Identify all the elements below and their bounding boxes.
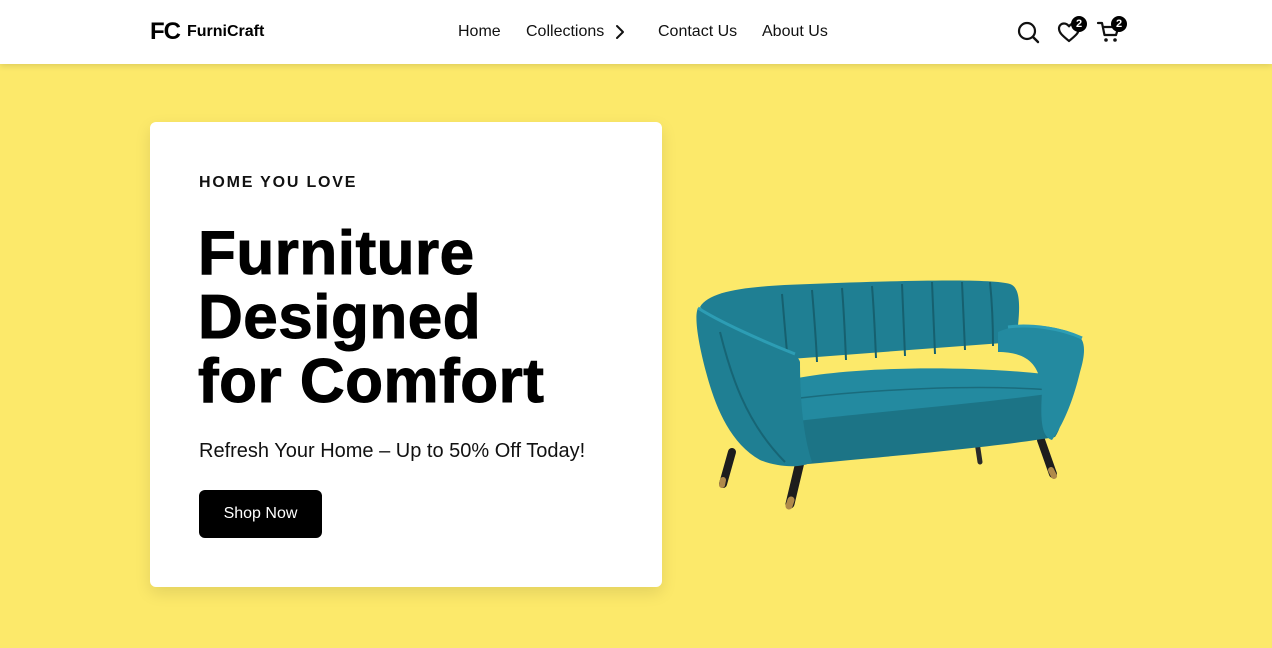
search-icon bbox=[1017, 21, 1040, 44]
sofa-image bbox=[696, 280, 1085, 510]
wishlist-count-badge: 2 bbox=[1071, 16, 1087, 32]
wishlist-button[interactable]: 2 bbox=[1055, 16, 1087, 46]
nav-contact[interactable]: Contact Us bbox=[658, 21, 737, 43]
nav-collections[interactable]: Collections bbox=[526, 21, 626, 43]
search-button[interactable] bbox=[1015, 18, 1043, 46]
hero-card: HOME YOU LOVE Furniture Designed for Com… bbox=[150, 122, 662, 587]
nav-collections-label: Collections bbox=[526, 23, 605, 40]
hero-eyebrow: HOME YOU LOVE bbox=[199, 174, 358, 191]
chevron-right-icon bbox=[616, 25, 625, 39]
cart-button[interactable]: 2 bbox=[1095, 16, 1127, 46]
nav-about[interactable]: About Us bbox=[762, 21, 828, 43]
shop-now-button[interactable]: Shop Now bbox=[199, 490, 322, 538]
hero-title-line-1: Furniture bbox=[198, 219, 475, 288]
hero-title-line-3: for Comfort bbox=[198, 347, 545, 416]
hero-title-line-2: Designed bbox=[198, 283, 482, 352]
cart-count-badge: 2 bbox=[1111, 16, 1127, 32]
nav-home[interactable]: Home bbox=[458, 21, 501, 43]
site-header: FC FurniCraft Home Collections Contact U… bbox=[0, 0, 1272, 64]
hero-subtitle: Refresh Your Home – Up to 50% Off Today! bbox=[199, 440, 586, 462]
hero-title: Furniture Designed for Comfort bbox=[198, 219, 638, 416]
